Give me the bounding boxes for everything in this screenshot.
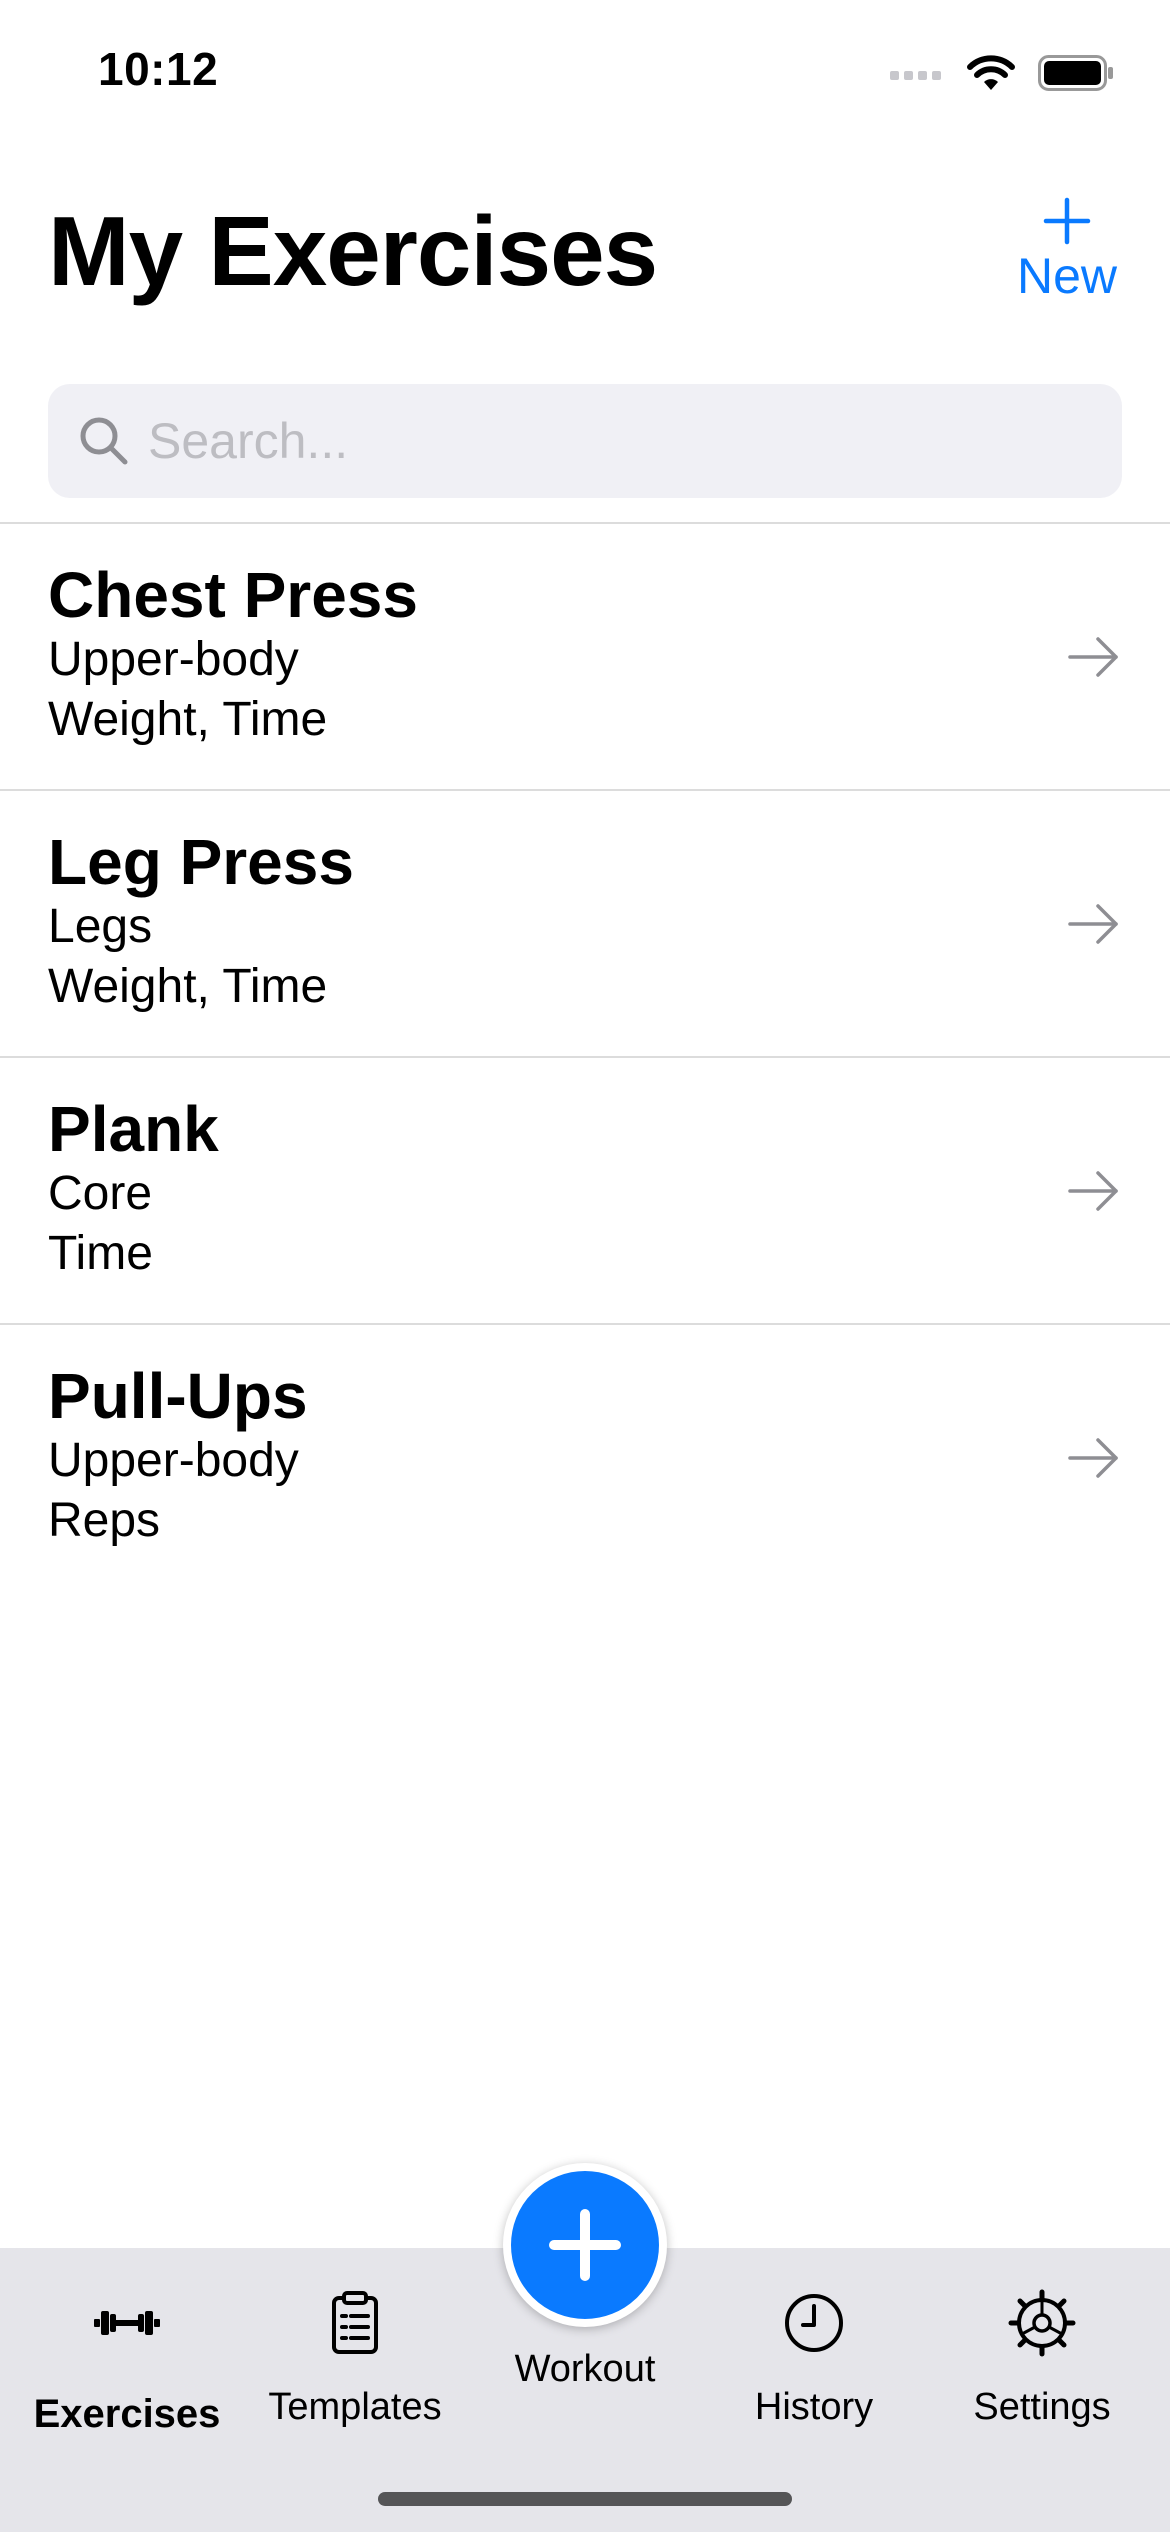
start-workout-button[interactable] xyxy=(503,2163,667,2327)
arrow-right-icon xyxy=(1068,1438,1118,1478)
search-bar[interactable] xyxy=(48,384,1122,498)
tab-exercises[interactable]: Exercises xyxy=(17,2288,237,2468)
arrow-right-icon xyxy=(1068,904,1118,944)
tab-label-workout[interactable]: Workout xyxy=(485,2348,685,2391)
plus-icon xyxy=(549,2209,621,2281)
exercise-name: Leg Press xyxy=(48,826,354,898)
exercise-list: Chest Press Upper-body Weight, Time Leg … xyxy=(0,522,1170,1592)
new-exercise-button[interactable]: New xyxy=(1012,196,1122,306)
status-bar: 10:12 xyxy=(0,0,1170,150)
exercise-category: Upper-body xyxy=(48,1434,299,1487)
tab-label: Templates xyxy=(268,2386,442,2428)
tab-settings[interactable]: Settings xyxy=(932,2288,1152,2468)
wifi-icon xyxy=(967,55,1015,90)
exercise-name: Plank xyxy=(48,1093,219,1165)
cellular-signal-icon xyxy=(890,71,941,80)
tab-label: Exercises xyxy=(33,2392,221,2436)
exercise-category: Legs xyxy=(48,900,153,953)
home-indicator xyxy=(378,2492,792,2506)
status-icons xyxy=(890,50,1114,96)
arrow-right-icon xyxy=(1068,637,1118,677)
arrow-right-icon xyxy=(1068,1171,1118,1211)
exercise-metrics: Reps xyxy=(48,1494,161,1547)
gear-icon xyxy=(1008,2289,1076,2357)
plus-icon xyxy=(1043,197,1091,245)
tab-label: History xyxy=(754,2386,874,2428)
exercise-metrics: Time xyxy=(48,1227,153,1280)
page-title: My Exercises xyxy=(48,196,658,306)
exercise-category: Core xyxy=(48,1167,153,1220)
exercise-name: Pull-Ups xyxy=(48,1360,308,1432)
clipboard-icon xyxy=(332,2291,378,2354)
exercise-category: Upper-body xyxy=(48,633,299,686)
battery-icon xyxy=(1038,55,1113,91)
search-input[interactable] xyxy=(148,401,1048,481)
exercise-row-leg-press[interactable]: Leg Press Legs Weight, Time xyxy=(0,791,1170,1058)
tab-templates[interactable]: Templates xyxy=(245,2288,465,2468)
clock-icon xyxy=(785,2294,843,2352)
exercise-metrics: Weight, Time xyxy=(48,960,328,1013)
exercise-row-chest-press[interactable]: Chest Press Upper-body Weight, Time xyxy=(0,524,1170,791)
exercise-name: Chest Press xyxy=(48,559,418,631)
dumbbell-icon xyxy=(94,2311,160,2335)
new-button-label: New xyxy=(1016,248,1118,304)
tab-history[interactable]: History xyxy=(704,2288,924,2468)
tab-label: Settings xyxy=(973,2386,1111,2428)
exercise-row-pull-ups[interactable]: Pull-Ups Upper-body Reps xyxy=(0,1325,1170,1592)
exercise-metrics: Weight, Time xyxy=(48,693,328,746)
search-icon xyxy=(80,417,128,465)
status-time: 10:12 xyxy=(98,43,219,95)
exercise-row-plank[interactable]: Plank Core Time xyxy=(0,1058,1170,1325)
